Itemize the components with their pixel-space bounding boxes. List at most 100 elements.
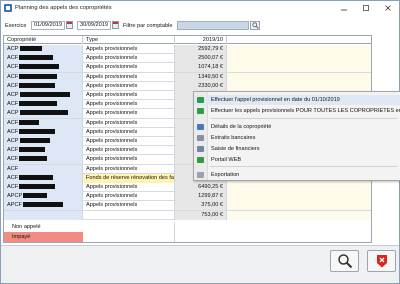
- cell-copropriete: ACF: [4, 54, 83, 64]
- table-row[interactable]: ACF Appels provisionnels 6490,25 €: [4, 183, 371, 193]
- copropriete-code: APCP: [7, 193, 23, 200]
- search-icon: [251, 22, 259, 29]
- menu-item[interactable]: Saisie de financiers: [194, 144, 400, 154]
- cell-empty: [227, 183, 371, 192]
- date-end-field[interactable]: 30/09/2019: [77, 21, 111, 30]
- table-row[interactable]: ACP Appels provisionnels 2592,79 €: [4, 45, 371, 55]
- cell-type: Appels provisionnels: [83, 118, 175, 128]
- copropriete-code: ACF: [7, 184, 19, 190]
- cell-amount: 375,00 €: [175, 201, 227, 211]
- copropriete-code: APCF: [7, 202, 22, 209]
- copropriete-code: ACF: [7, 55, 19, 62]
- cell-copropriete: ACF: [4, 155, 83, 165]
- copropriete-code: ACP: [7, 138, 19, 144]
- legend-row: Non appelé: [4, 221, 175, 232]
- maximize-icon: [363, 5, 369, 11]
- cell-copropriete: ACF: [4, 146, 83, 156]
- table-row[interactable]: 753,00 €: [4, 210, 371, 220]
- cell-empty: [227, 72, 371, 82]
- header-period[interactable]: 2019/10: [175, 36, 227, 44]
- cell-type: Appels provisionnels: [83, 183, 175, 192]
- cell-copropriete: ACF: [4, 127, 83, 137]
- calendar-start-icon[interactable]: [66, 21, 73, 29]
- legend-label: Impayé: [4, 231, 83, 242]
- cell-type: Appels provisionnels: [83, 146, 175, 156]
- cell-type: Appels provisionnels: [83, 91, 175, 100]
- cell-amount: 1299,87 €: [175, 192, 227, 202]
- table-row[interactable]: ACF Appels provisionnels 1349,50 €: [4, 72, 371, 82]
- copropriete-code: ACP: [7, 46, 19, 52]
- exit-button[interactable]: [367, 250, 396, 272]
- cell-copropriete: ACF: [4, 81, 83, 91]
- copropriete-code: ACF: [7, 174, 19, 181]
- header-type[interactable]: Type: [83, 36, 175, 44]
- redacted-name: [19, 101, 58, 107]
- table-row[interactable]: ACF Appels provisionnels 2330,00 €: [4, 81, 371, 91]
- search-button[interactable]: [330, 250, 359, 272]
- comptable-filter-label: Filtre par comptable: [123, 23, 173, 29]
- close-window-button[interactable]: [377, 1, 399, 15]
- cell-copropriete: ACF: [4, 183, 83, 192]
- window-controls: [333, 1, 399, 15]
- cell-copropriete: ACF: [4, 100, 83, 110]
- menu-item-label: Extraits bancaires: [211, 135, 256, 141]
- minimize-button[interactable]: [333, 1, 355, 15]
- cell-copropriete: APCP: [4, 192, 83, 202]
- context-menu: Effectuer l'appel provisionnel en date d…: [193, 91, 400, 181]
- redacted-name: [19, 147, 46, 153]
- redacted-name: [19, 82, 56, 88]
- bank-icon: [197, 135, 204, 141]
- cell-amount: 2592,79 €: [175, 45, 227, 54]
- copropriete-code: ACF: [7, 147, 19, 154]
- menu-item-label: Effectuer les appels provisionnels POUR …: [211, 108, 400, 114]
- copropriete-code: ACF: [7, 73, 19, 80]
- menu-item[interactable]: Effectuer les appels provisionnels POUR …: [194, 106, 400, 116]
- cell-copropriete: ACF: [4, 173, 83, 183]
- legend-spacer: [83, 231, 175, 242]
- legend-row: Impayé: [4, 231, 175, 242]
- legend-spacer: [83, 221, 175, 232]
- bottom-toolbar: [1, 245, 399, 283]
- calendar-end-icon[interactable]: [112, 21, 119, 29]
- table-row[interactable]: APCP Appels provisionnels 1299,87 €: [4, 192, 371, 202]
- redacted-name: [19, 174, 54, 180]
- menu-item[interactable]: Portail WEB: [194, 155, 400, 165]
- redacted-name: [19, 55, 54, 61]
- header-copropriete[interactable]: Copropriété: [4, 36, 83, 44]
- maximize-button[interactable]: [355, 1, 377, 15]
- cell-type: Appels provisionnels: [83, 54, 175, 64]
- details-icon: [197, 124, 204, 130]
- menu-item[interactable]: Détails de la copropriété: [194, 122, 400, 132]
- exit-icon: [376, 255, 387, 268]
- redacted-name: [19, 128, 56, 134]
- cell-copropriete: ACP: [4, 45, 83, 54]
- export-icon: [197, 172, 204, 178]
- table-row[interactable]: ACF Appels provisionnels 1074,18 €: [4, 63, 371, 73]
- cell-amount: 6490,25 €: [175, 183, 227, 192]
- add-multi-icon: [197, 108, 204, 114]
- legend-label: Non appelé: [4, 221, 83, 232]
- cell-type: Appels provisionnels: [83, 81, 175, 91]
- comptable-filter-select[interactable]: [177, 21, 249, 30]
- cell-type: Appels provisionnels: [83, 109, 175, 119]
- copropriete-code: ACF: [7, 119, 19, 126]
- menu-item-label: Saisie de financiers: [211, 146, 260, 152]
- menu-item[interactable]: Extraits bancaires: [194, 133, 400, 143]
- cell-copropriete: APCF: [4, 201, 83, 211]
- cell-empty: [227, 81, 371, 91]
- copropriete-code: ACP: [7, 110, 19, 117]
- filter-search-button[interactable]: [250, 21, 260, 30]
- cell-copropriete: ACF: [4, 118, 83, 128]
- date-start-field[interactable]: 01/09/2019: [31, 21, 65, 30]
- close-icon: [385, 5, 391, 11]
- cell-copropriete: ACF: [4, 72, 83, 82]
- table-row[interactable]: APCF Appels provisionnels 375,00 €: [4, 201, 371, 211]
- exercice-label: Exercice: [5, 23, 27, 29]
- menu-item[interactable]: Effectuer l'appel provisionnel en date d…: [194, 95, 400, 105]
- table-row[interactable]: ACF Appels provisionnels 2500,07 €: [4, 54, 371, 64]
- menu-item[interactable]: Exportation: [194, 170, 400, 180]
- menu-item-label: Détails de la copropriété: [211, 124, 272, 130]
- copropriete-code: ACF: [7, 64, 19, 71]
- finance-icon: [197, 146, 204, 152]
- copropriete-code: ACF: [7, 128, 19, 135]
